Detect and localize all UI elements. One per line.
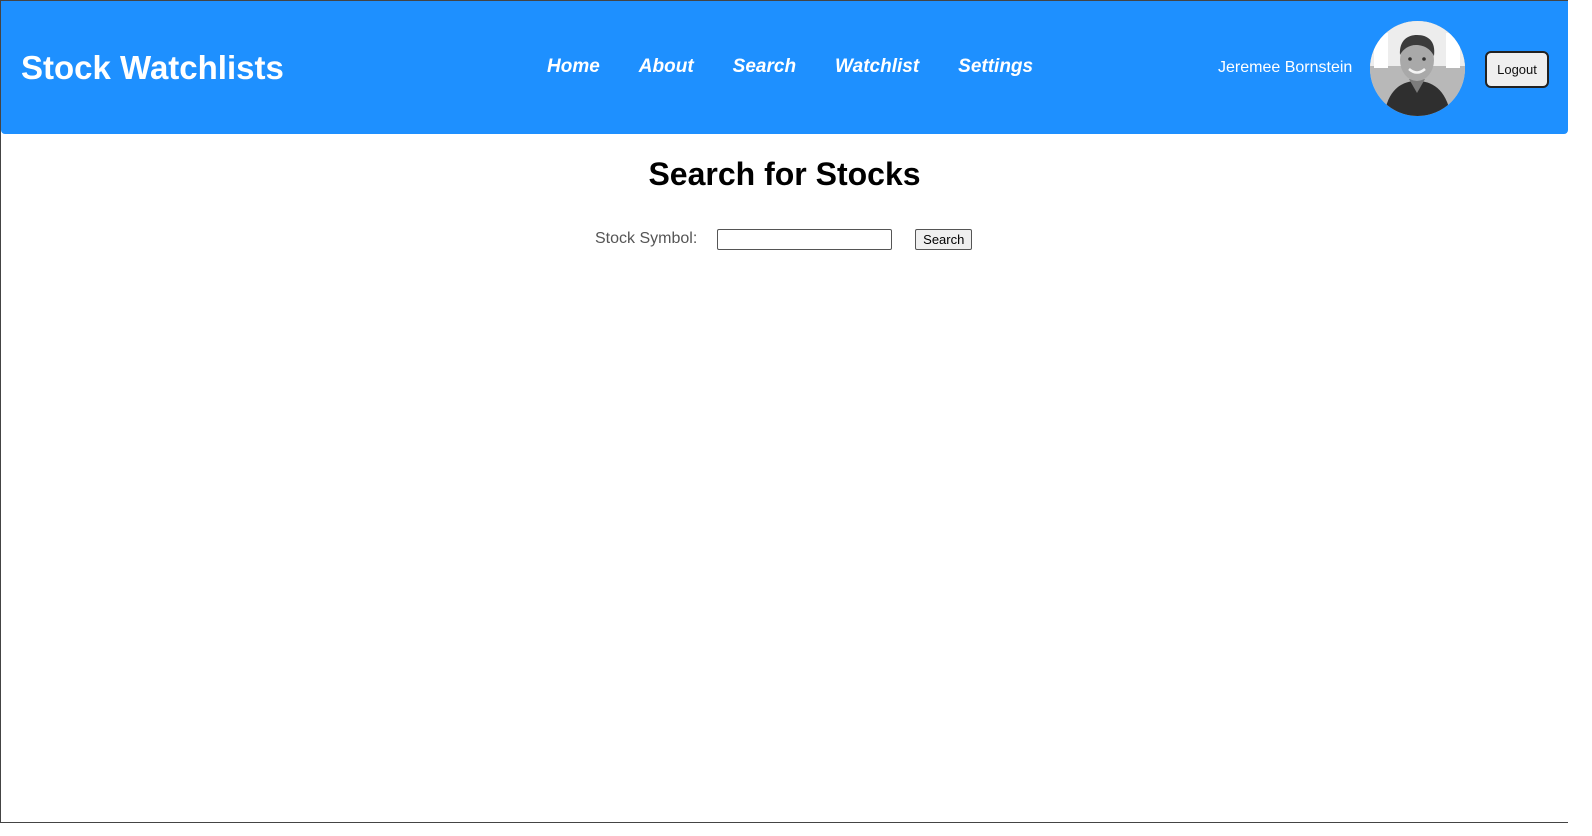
logout-button[interactable]: Logout xyxy=(1485,51,1549,88)
top-header: Stock Watchlists Home About Search Watch… xyxy=(1,1,1568,134)
nav-watchlist-link[interactable]: Watchlist xyxy=(835,55,919,79)
nav-home-link[interactable]: Home xyxy=(547,55,600,79)
user-name: Jeremee Bornstein xyxy=(1218,59,1353,76)
stock-symbol-input[interactable] xyxy=(717,228,893,250)
nav-settings-link[interactable]: Settings xyxy=(958,55,1033,79)
nav-about-link[interactable]: About xyxy=(639,55,694,79)
main-nav: Home About Search Watchlist Settings xyxy=(547,55,1033,79)
search-button[interactable]: Search xyxy=(915,228,973,250)
app-window: Stock Watchlists Home About Search Watch… xyxy=(0,0,1568,823)
nav-search-link[interactable]: Search xyxy=(733,55,796,79)
user-avatar-photo xyxy=(1370,21,1465,116)
stock-symbol-label: Stock Symbol: xyxy=(595,230,698,247)
page-title: Search for Stocks xyxy=(648,156,921,192)
search-form: Stock Symbol: Search xyxy=(595,228,973,250)
user-avatar[interactable] xyxy=(1370,21,1465,116)
app-title: Stock Watchlists xyxy=(21,49,284,86)
